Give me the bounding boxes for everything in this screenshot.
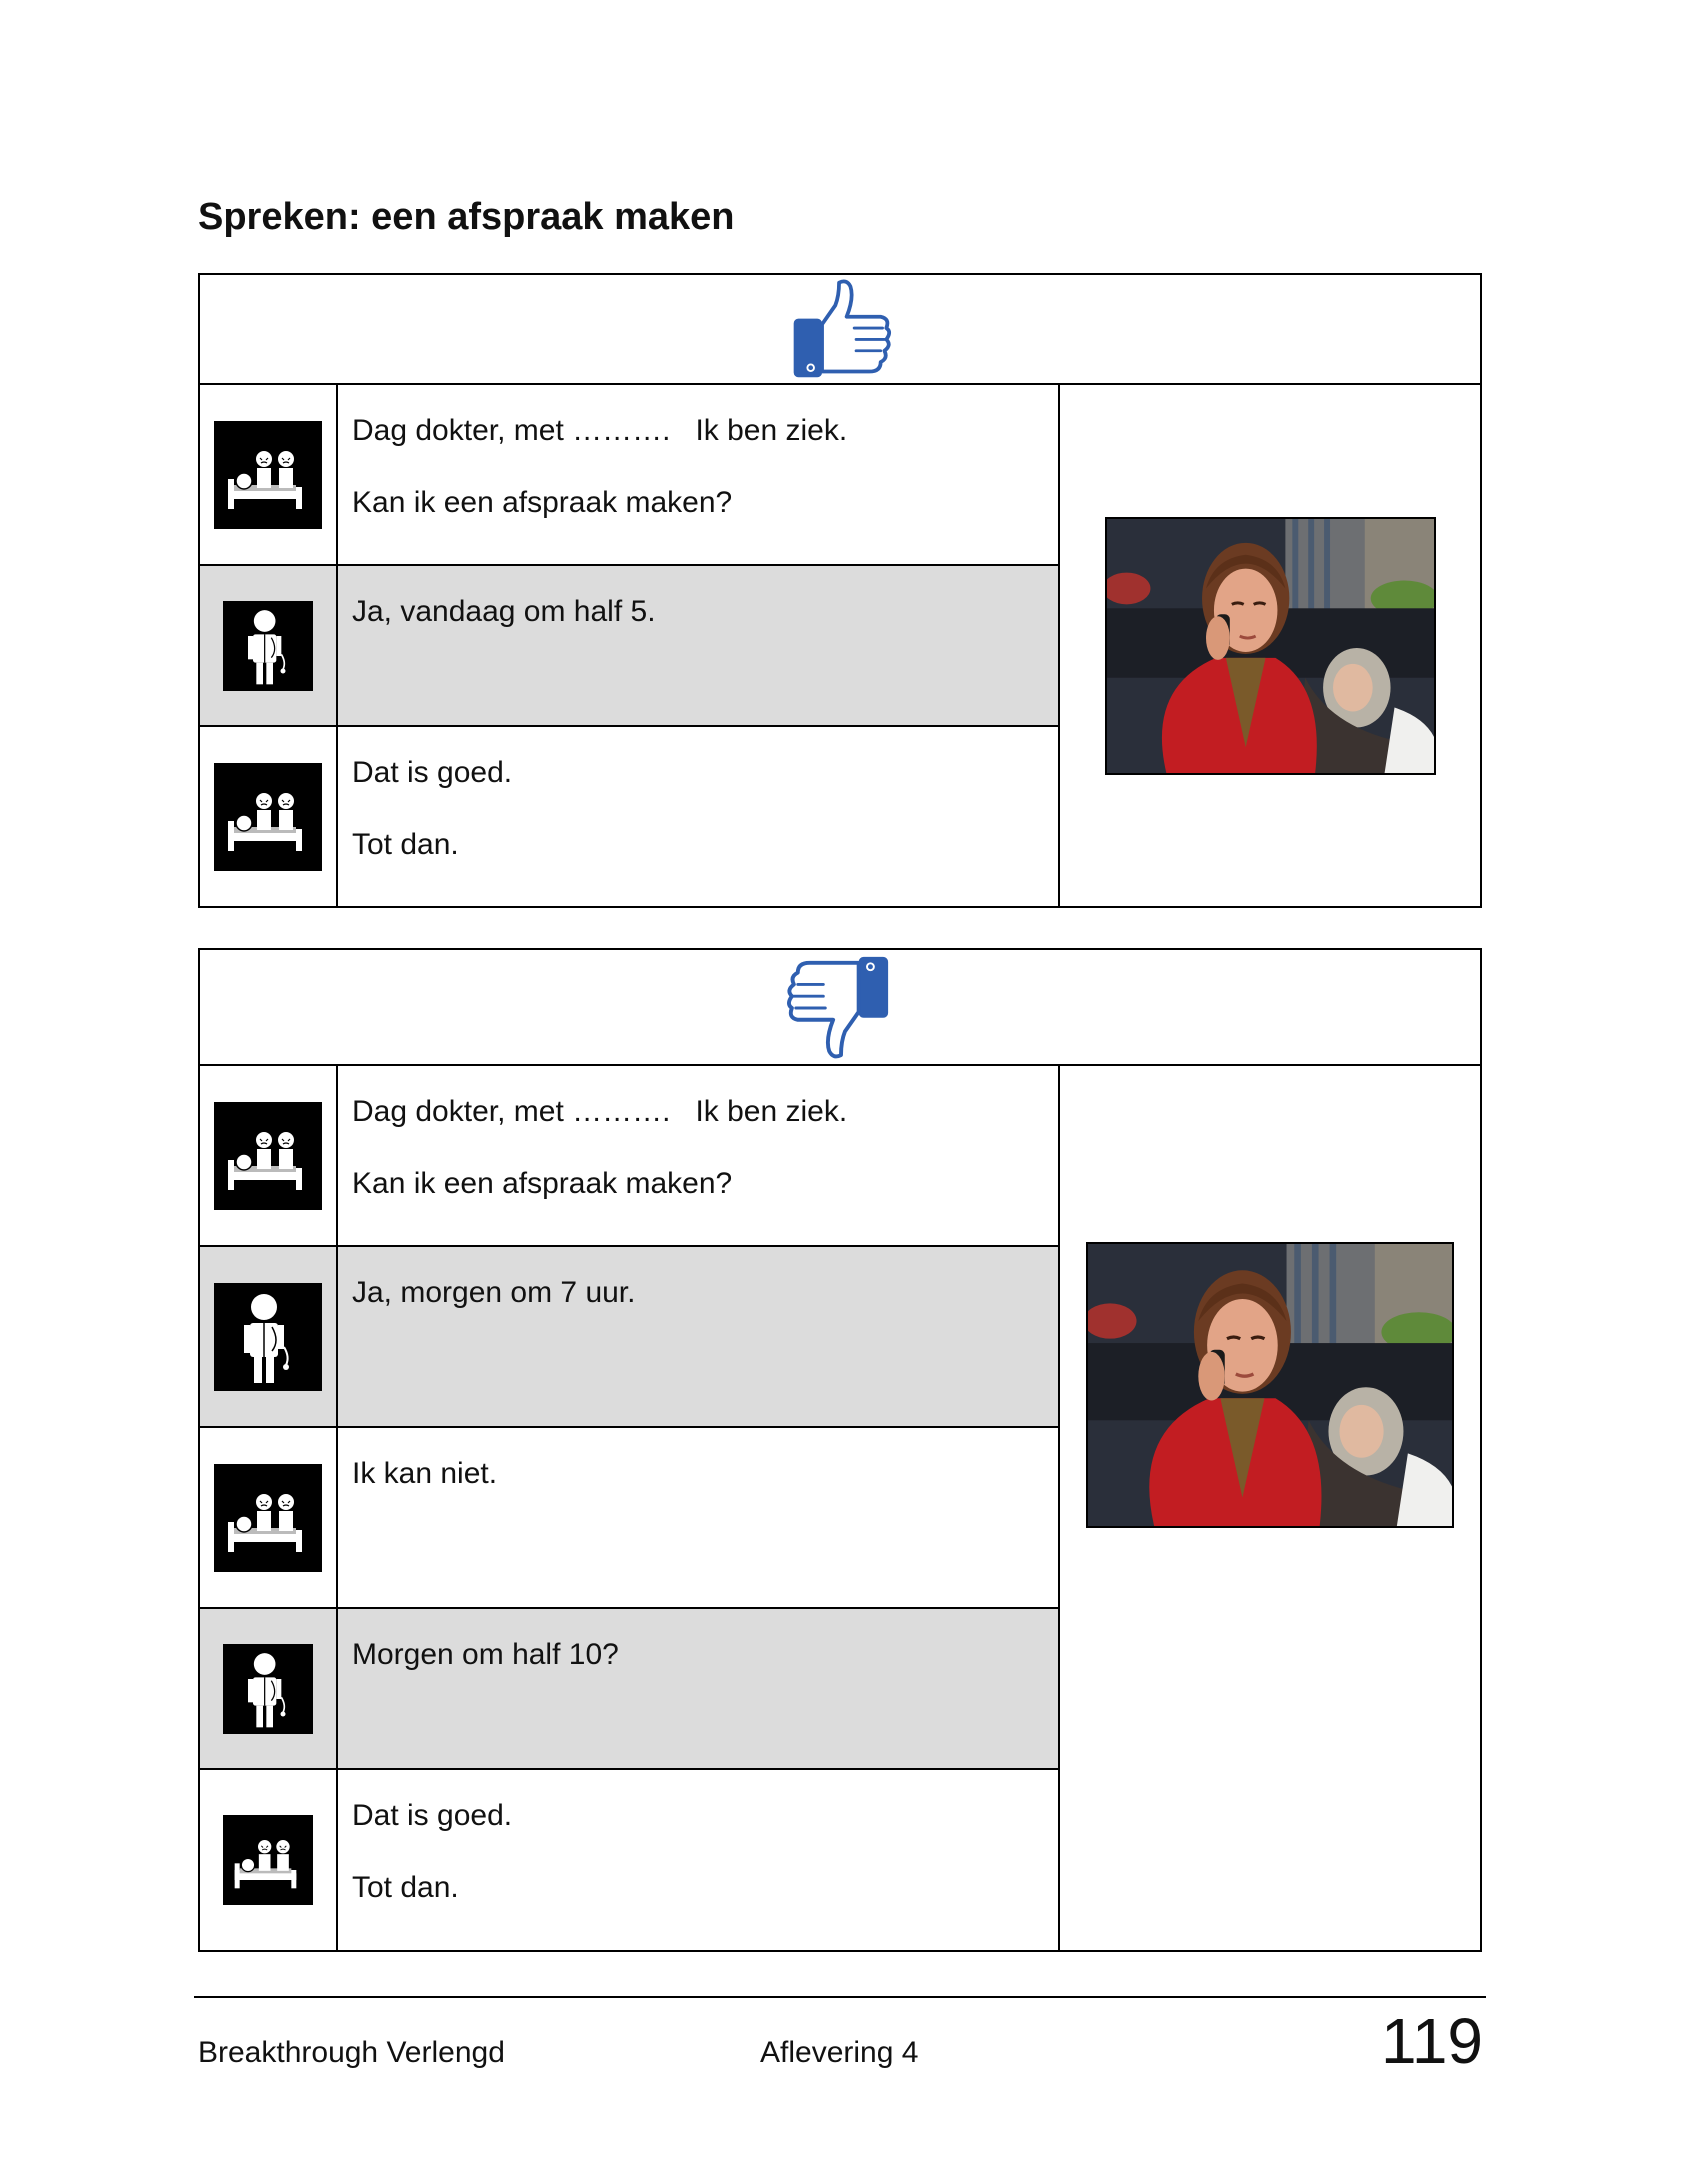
dialog-line: Kan ik een afspraak maken? (352, 1167, 733, 1200)
dialog-line: Tot dan. (352, 828, 459, 861)
dialog-row-patient: Ik kan niet. (200, 1428, 1058, 1609)
thumbs-down-icon (786, 953, 894, 1061)
patient-with-visitors-icon (214, 1102, 322, 1210)
footer-episode: Aflevering 4 (760, 2036, 919, 2069)
speaker-cell (200, 385, 338, 564)
dialog-row-patient: Dag dokter, met ………. Ik ben ziek. Kan ik… (200, 1066, 1058, 1247)
dialog-row-patient: Dat is goed. Tot dan. (200, 727, 1058, 906)
dialog-line: Tot dan. (352, 1871, 459, 1904)
dialog-table-positive: Dag dokter, met ………. Ik ben ziek. Kan ik… (198, 273, 1482, 908)
dialog-rows: Dag dokter, met ………. Ik ben ziek. Kan ik… (200, 385, 1060, 906)
speaker-cell (200, 1770, 338, 1950)
table-body: Dag dokter, met ………. Ik ben ziek. Kan ik… (200, 1066, 1480, 1950)
dialog-text: Dag dokter, met ………. Ik ben ziek. Kan ik… (338, 385, 1058, 564)
phone-call-photo (1086, 1242, 1454, 1528)
table-header (200, 950, 1480, 1066)
table-body: Dag dokter, met ………. Ik ben ziek. Kan ik… (200, 385, 1480, 906)
phone-call-photo (1104, 516, 1436, 775)
photo-cell (1060, 385, 1480, 906)
dialog-line: Dag dokter, met ………. Ik ben ziek. (352, 414, 848, 447)
dialog-text: Dat is goed. Tot dan. (338, 1770, 1058, 1950)
patient-with-visitors-icon (214, 763, 322, 871)
thumbs-up-icon (788, 277, 892, 381)
doctor-icon (223, 1644, 313, 1734)
speaker-cell (200, 1428, 338, 1607)
dialog-line: Dag dokter, met ………. Ik ben ziek. (352, 1095, 848, 1128)
footer-divider (194, 1996, 1486, 1998)
dialog-line: Dat is goed. (352, 756, 513, 789)
dialog-row-patient: Dat is goed. Tot dan. (200, 1770, 1058, 1950)
dialog-line: Ja, vandaag om half 5. (352, 595, 656, 628)
doctor-icon (214, 1283, 322, 1391)
dialog-line: Ja, morgen om 7 uur. (352, 1276, 636, 1309)
dialog-row-patient: Dag dokter, met ………. Ik ben ziek. Kan ik… (200, 385, 1058, 566)
dialog-row-doctor: Ja, morgen om 7 uur. (200, 1247, 1058, 1428)
speaker-cell (200, 1609, 338, 1768)
patient-with-visitors-icon (223, 1815, 313, 1905)
page-title: Spreken: een afspraak maken (198, 196, 735, 238)
patient-with-visitors-icon (214, 1464, 322, 1572)
page-number: 119 (1380, 2005, 1483, 2077)
dialog-line: Morgen om half 10? (352, 1638, 619, 1671)
speaker-cell (200, 1066, 338, 1245)
dialog-line: Dat is goed. (352, 1799, 513, 1832)
dialog-rows: Dag dokter, met ………. Ik ben ziek. Kan ik… (200, 1066, 1060, 1950)
dialog-text: Dag dokter, met ………. Ik ben ziek. Kan ik… (338, 1066, 1058, 1245)
speaker-cell (200, 727, 338, 906)
speaker-cell (200, 566, 338, 725)
dialog-text: Dat is goed. Tot dan. (338, 727, 1058, 906)
dialog-row-doctor: Morgen om half 10? (200, 1609, 1058, 1770)
dialog-text: Ik kan niet. (338, 1428, 1058, 1607)
speaker-cell (200, 1247, 338, 1426)
dialog-line: Kan ik een afspraak maken? (352, 486, 733, 519)
dialog-text: Ja, vandaag om half 5. (338, 566, 1058, 725)
footer-course-title: Breakthrough Verlengd (198, 2036, 505, 2069)
patient-with-visitors-icon (214, 421, 322, 529)
dialog-text: Morgen om half 10? (338, 1609, 1058, 1768)
dialog-text: Ja, morgen om 7 uur. (338, 1247, 1058, 1426)
doctor-icon (223, 601, 313, 691)
table-header (200, 275, 1480, 385)
dialog-table-negative: Dag dokter, met ………. Ik ben ziek. Kan ik… (198, 948, 1482, 1952)
dialog-row-doctor: Ja, vandaag om half 5. (200, 566, 1058, 727)
dialog-line: Ik kan niet. (352, 1457, 498, 1490)
photo-cell (1060, 1066, 1480, 1950)
